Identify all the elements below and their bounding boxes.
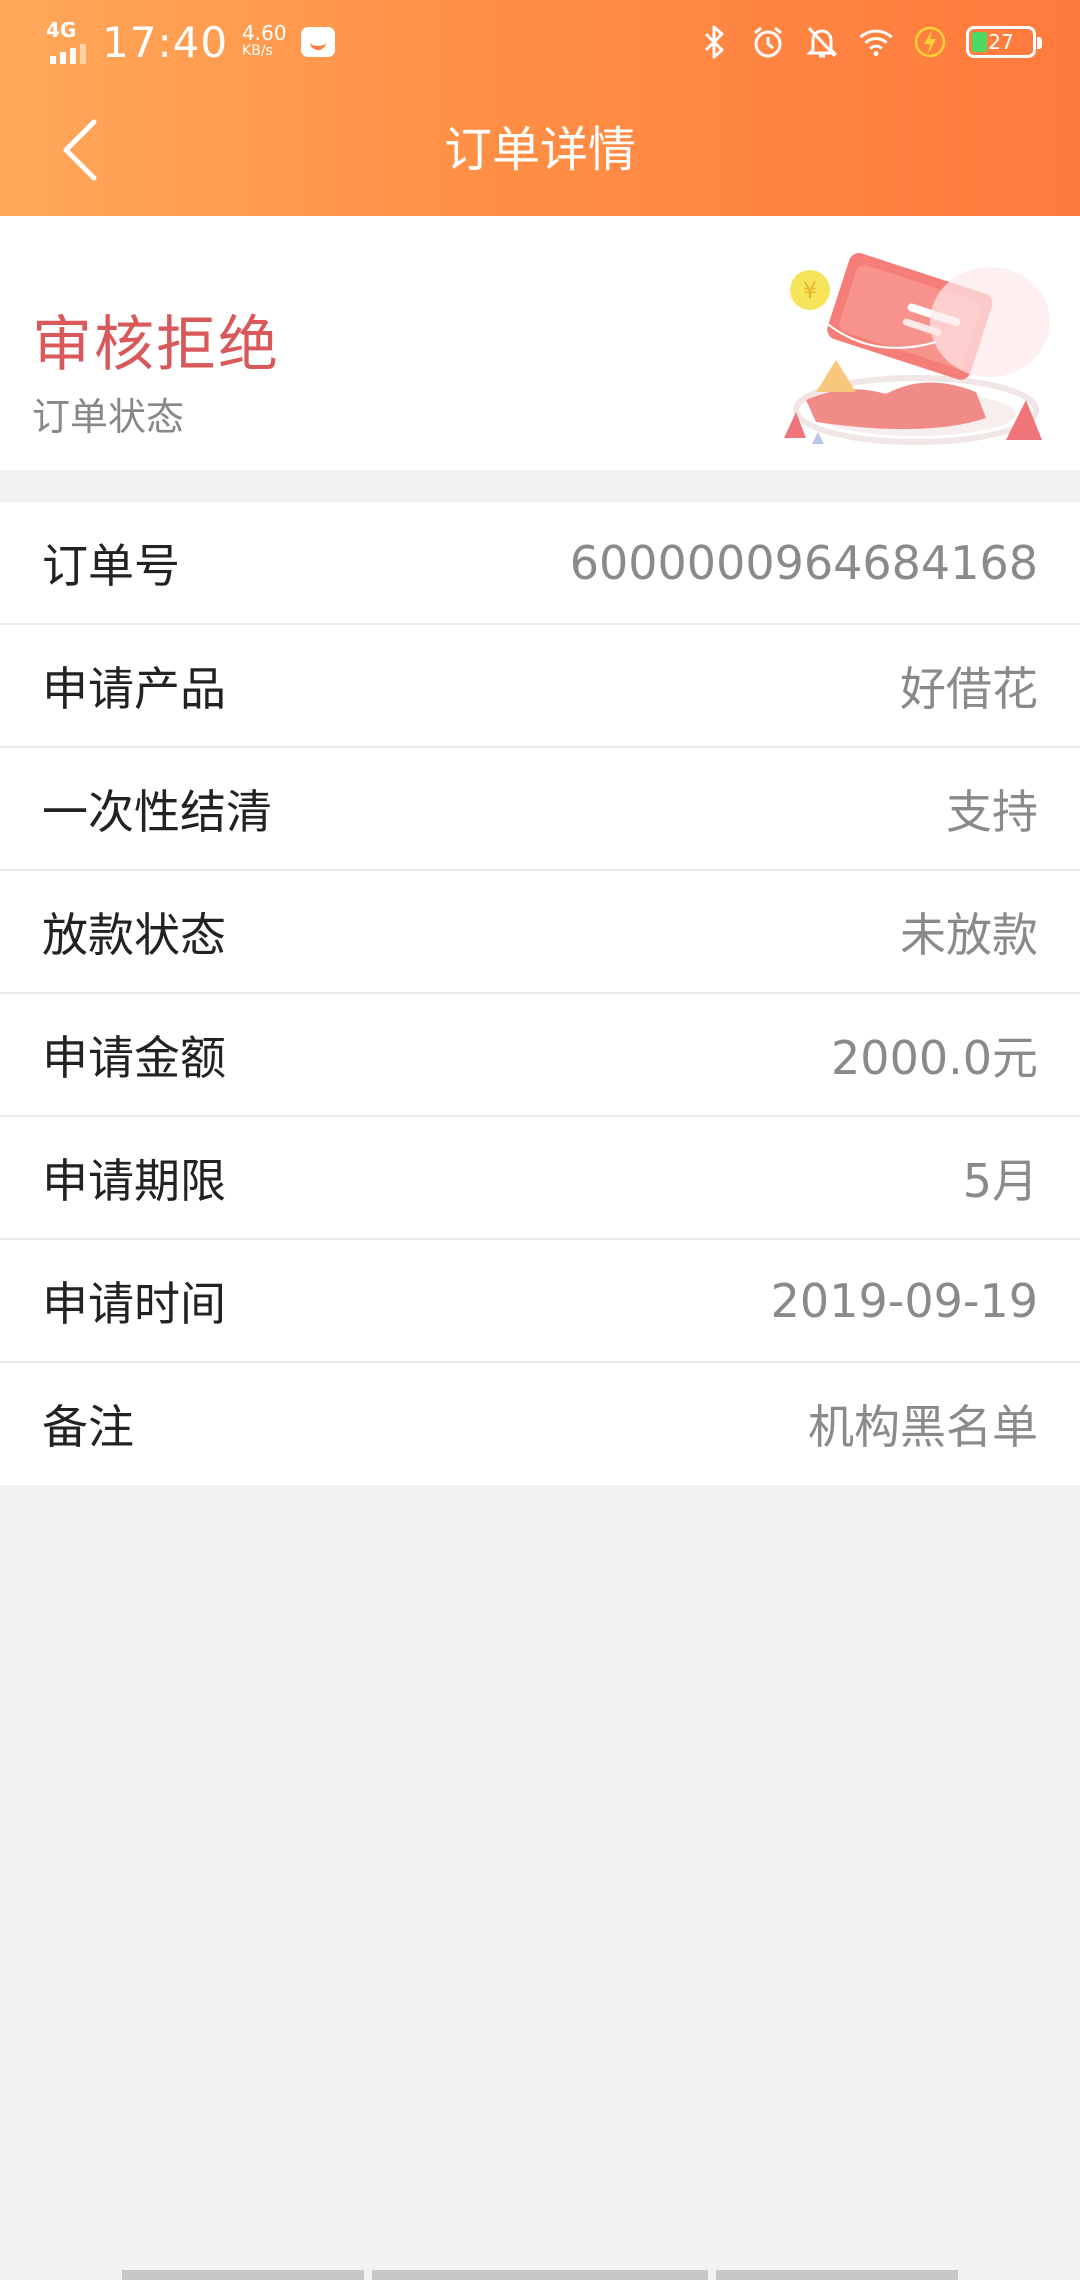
nav-gesture-bar-right[interactable] bbox=[716, 2270, 958, 2280]
network-speed: 4.60 KB/s bbox=[242, 21, 287, 60]
detail-row-apply-time: 申请时间 2019-09-19 bbox=[0, 1240, 1080, 1363]
card-illustration: ¥ bbox=[784, 253, 1050, 445]
detail-key: 申请金额 bbox=[42, 1030, 226, 1085]
detail-row-product: 申请产品 好借花 bbox=[0, 625, 1080, 748]
detail-value: 2019-09-19 bbox=[770, 1273, 1038, 1328]
detail-key: 订单号 bbox=[42, 538, 180, 593]
detail-row-remark: 备注 机构黑名单 bbox=[0, 1363, 1080, 1485]
detail-value: 机构黑名单 bbox=[808, 1400, 1038, 1454]
order-status-label: 订单状态 bbox=[32, 395, 185, 439]
alarm-icon bbox=[750, 22, 786, 62]
detail-key: 放款状态 bbox=[42, 907, 226, 962]
order-status-value: 审核拒绝 bbox=[32, 310, 280, 380]
detail-value: 5月 bbox=[962, 1153, 1038, 1208]
detail-value: 好借花 bbox=[900, 661, 1038, 716]
bluetooth-icon bbox=[696, 22, 732, 62]
detail-value: 6000000964684168 bbox=[569, 535, 1038, 590]
detail-row-one-time-payoff: 一次性结清 支持 bbox=[0, 748, 1080, 871]
app-icon bbox=[300, 27, 335, 57]
detail-value: 未放款 bbox=[900, 907, 1038, 962]
title-bar: 订单详情 bbox=[0, 84, 1080, 216]
detail-key: 申请时间 bbox=[42, 1276, 226, 1331]
speed-value: 4.60 bbox=[242, 21, 287, 45]
mute-icon bbox=[804, 22, 840, 62]
cellular-signal-icon: 4G bbox=[44, 14, 90, 70]
detail-key: 申请产品 bbox=[42, 661, 226, 716]
detail-value: 2000.0元 bbox=[831, 1030, 1038, 1085]
order-detail-list: 订单号 6000000964684168 申请产品 好借花 一次性结清 支持 放… bbox=[0, 502, 1080, 1485]
battery-icon: 27 bbox=[966, 26, 1042, 58]
battery-level: 27 bbox=[988, 30, 1014, 54]
status-bar: 4G 17:40 4.60 KB/s 27 bbox=[0, 0, 1080, 84]
detail-row-amount: 申请金额 2000.0元 bbox=[0, 994, 1080, 1117]
charging-icon bbox=[912, 22, 948, 62]
app-header: 4G 17:40 4.60 KB/s 27 订单详情 bbox=[0, 0, 1080, 216]
detail-key: 备注 bbox=[42, 1400, 134, 1454]
detail-row-disbursement-status: 放款状态 未放款 bbox=[0, 871, 1080, 994]
order-status-card: 审核拒绝 订单状态 ¥ bbox=[0, 216, 1080, 470]
wifi-icon bbox=[858, 22, 894, 62]
nav-gesture-bar-left[interactable] bbox=[122, 2270, 364, 2280]
speed-unit: KB/s bbox=[242, 43, 273, 59]
detail-value: 支持 bbox=[946, 784, 1038, 839]
page-title: 订单详情 bbox=[443, 122, 636, 178]
detail-row-order-number: 订单号 6000000964684168 bbox=[0, 502, 1080, 625]
nav-gesture-bar-center[interactable] bbox=[372, 2270, 708, 2280]
detail-row-term: 申请期限 5月 bbox=[0, 1117, 1080, 1240]
network-type: 4G bbox=[46, 18, 77, 42]
status-time: 17:40 bbox=[102, 17, 229, 67]
svg-text:¥: ¥ bbox=[803, 279, 817, 304]
detail-key: 申请期限 bbox=[42, 1153, 226, 1208]
detail-key: 一次性结清 bbox=[42, 784, 272, 839]
